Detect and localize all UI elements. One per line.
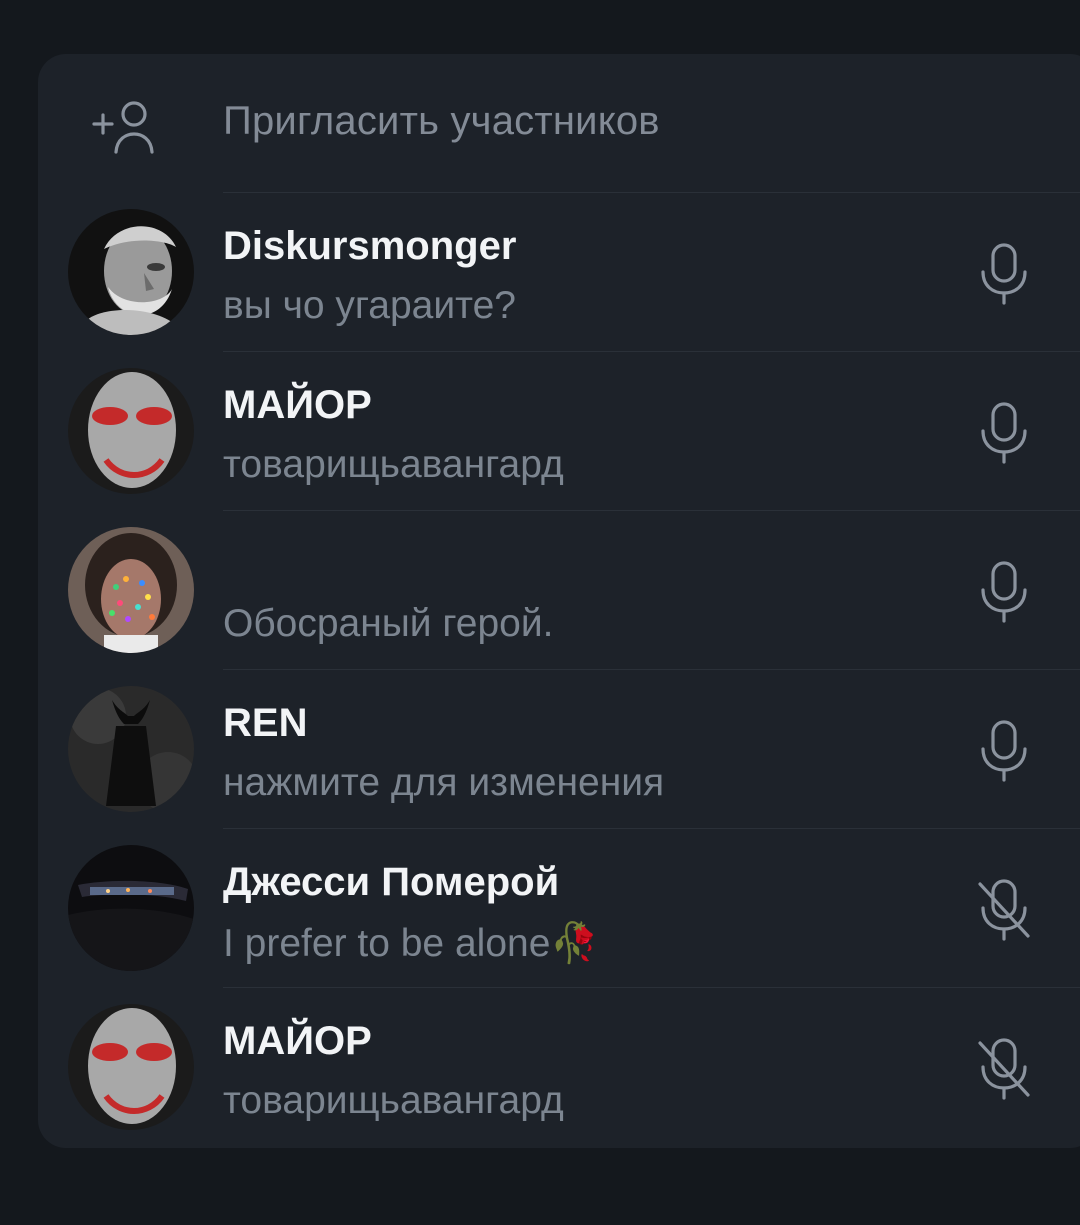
face-mask-avatar (68, 1004, 194, 1130)
participant-status: Обосраный герой. (223, 602, 554, 645)
statue-avatar (68, 209, 194, 335)
face-dots-avatar (68, 527, 194, 653)
dark-figure-avatar (68, 686, 194, 812)
participant-name: Diskursmonger (223, 224, 517, 268)
mic-icon[interactable] (976, 560, 1032, 624)
participants-panel: Пригласить участников Diskursmonger вы ч… (38, 54, 1080, 1148)
avatar (68, 1004, 194, 1130)
participant-name: МАЙОР (223, 383, 372, 427)
mic-icon[interactable] (976, 242, 1032, 306)
avatar (68, 209, 194, 335)
participant-row[interactable]: REN нажмите для изменения (38, 669, 1080, 828)
participant-row[interactable]: МАЙОР товарищьавангард (38, 987, 1080, 1146)
mic-off-icon[interactable] (976, 878, 1032, 942)
face-mask-avatar (68, 368, 194, 494)
avatar (68, 845, 194, 971)
invite-label: Пригласить участников (223, 99, 660, 143)
participant-row[interactable]: Обосраный герой. (38, 510, 1080, 669)
participant-status: товарищьавангард (223, 443, 564, 486)
mic-off-icon[interactable] (976, 1037, 1032, 1101)
participant-row[interactable]: МАЙОР товарищьавангард (38, 351, 1080, 510)
mic-icon[interactable] (976, 401, 1032, 465)
participant-name: REN (223, 701, 308, 745)
invite-participants-button[interactable]: Пригласить участников (38, 54, 1080, 192)
participant-row[interactable]: Diskursmonger вы чо угараите? (38, 192, 1080, 351)
participant-name: Джесси Померой (223, 860, 560, 904)
participant-status: вы чо угараите? (223, 284, 516, 327)
add-user-icon (90, 96, 158, 156)
mic-icon[interactable] (976, 719, 1032, 783)
participant-status: I prefer to be alone🥀 (223, 922, 599, 965)
participant-status: товарищьавангард (223, 1079, 564, 1122)
participant-name: МАЙОР (223, 1019, 372, 1063)
car-night-avatar (68, 845, 194, 971)
avatar (68, 686, 194, 812)
avatar (68, 527, 194, 653)
participant-status: нажмите для изменения (223, 761, 665, 804)
participant-row[interactable]: Джесси Померой I prefer to be alone🥀 (38, 828, 1080, 987)
avatar (68, 368, 194, 494)
